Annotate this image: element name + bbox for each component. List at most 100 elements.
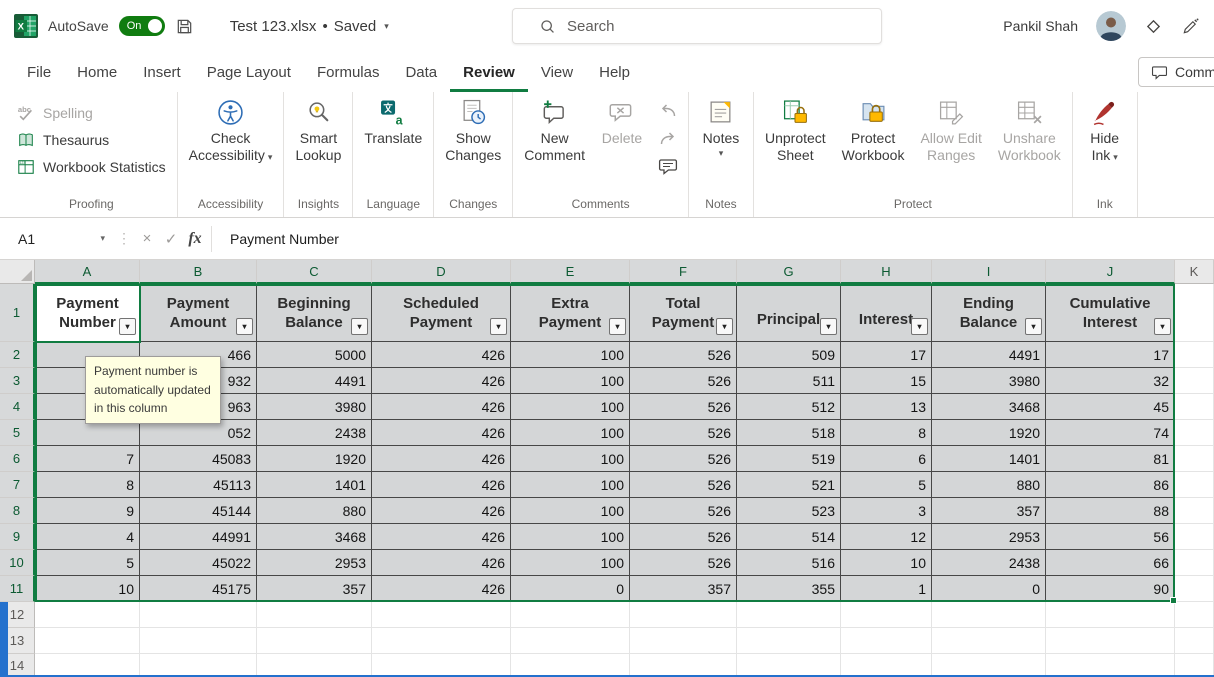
cell-F11[interactable]: 357	[630, 576, 737, 602]
cell-G7[interactable]: 521	[737, 472, 841, 498]
filter-button[interactable]: ▾	[236, 318, 253, 335]
cell-G5[interactable]: 518	[737, 420, 841, 446]
row-header-7[interactable]: 7	[0, 472, 35, 498]
cell-D9[interactable]: 426	[372, 524, 511, 550]
cell-H12[interactable]	[841, 602, 932, 628]
column-header-K[interactable]: K	[1175, 260, 1214, 284]
cell-E11[interactable]: 0	[511, 576, 630, 602]
unprotect-sheet-button[interactable]: UnprotectSheet	[757, 92, 834, 164]
cell-K13[interactable]	[1175, 628, 1214, 654]
tab-formulas[interactable]: Formulas	[304, 52, 393, 92]
cell-G9[interactable]: 514	[737, 524, 841, 550]
cell-K12[interactable]	[1175, 602, 1214, 628]
cell-C4[interactable]: 3980	[257, 394, 372, 420]
allow-edit-ranges-button[interactable]: Allow EditRanges	[912, 92, 989, 164]
name-box[interactable]: A1 ▾	[8, 225, 113, 252]
cell-F3[interactable]: 526	[630, 368, 737, 394]
cell-E4[interactable]: 100	[511, 394, 630, 420]
filter-button[interactable]: ▾	[351, 318, 368, 335]
cancel-icon[interactable]: ×	[135, 230, 159, 247]
new-comment-button[interactable]: NewComment	[516, 92, 593, 164]
header-cell-E1[interactable]: ExtraPayment▾	[511, 284, 630, 342]
formula-input[interactable]: Payment Number	[216, 218, 1214, 259]
translate-button[interactable]: aTranslate	[356, 92, 430, 147]
row-header-2[interactable]: 2	[0, 342, 35, 368]
cell-C13[interactable]	[257, 628, 372, 654]
tab-home[interactable]: Home	[64, 52, 130, 92]
protect-workbook-button[interactable]: ProtectWorkbook	[834, 92, 913, 164]
thesaurus-button[interactable]: Thesaurus	[9, 128, 174, 152]
cell-H6[interactable]: 6	[841, 446, 932, 472]
comments-button[interactable]: Comma	[1138, 57, 1214, 87]
filter-button[interactable]: ▾	[820, 318, 837, 335]
cell-G8[interactable]: 523	[737, 498, 841, 524]
cell-C5[interactable]: 2438	[257, 420, 372, 446]
cell-C10[interactable]: 2953	[257, 550, 372, 576]
cell-J7[interactable]: 86	[1046, 472, 1175, 498]
column-header-D[interactable]: D	[372, 260, 511, 284]
cell-E10[interactable]: 100	[511, 550, 630, 576]
header-cell-D1[interactable]: ScheduledPayment▾	[372, 284, 511, 342]
cell-I4[interactable]: 3468	[932, 394, 1046, 420]
cell-J11[interactable]: 90	[1046, 576, 1175, 602]
row-header-1[interactable]: 1	[0, 284, 35, 342]
row-header-9[interactable]: 9	[0, 524, 35, 550]
cell-B9[interactable]: 44991	[140, 524, 257, 550]
cell-I14[interactable]	[932, 654, 1046, 677]
cell-K4[interactable]	[1175, 394, 1214, 420]
unshare-workbook-button[interactable]: UnshareWorkbook	[990, 92, 1069, 164]
cell-F2[interactable]: 526	[630, 342, 737, 368]
cell-D3[interactable]: 426	[372, 368, 511, 394]
header-cell-J1[interactable]: CumulativeInterest▾	[1046, 284, 1175, 342]
cell-K10[interactable]	[1175, 550, 1214, 576]
row-header-10[interactable]: 10	[0, 550, 35, 576]
cell-H7[interactable]: 5	[841, 472, 932, 498]
workbook-statistics-button[interactable]: 123Workbook Statistics	[9, 155, 174, 179]
cell-G13[interactable]	[737, 628, 841, 654]
cell-I10[interactable]: 2438	[932, 550, 1046, 576]
cell-B5[interactable]: 052	[140, 420, 257, 446]
cell-A10[interactable]: 5	[35, 550, 140, 576]
cell-A12[interactable]	[35, 602, 140, 628]
cell-H2[interactable]: 17	[841, 342, 932, 368]
row-header-5[interactable]: 5	[0, 420, 35, 446]
row-header-6[interactable]: 6	[0, 446, 35, 472]
column-header-H[interactable]: H	[841, 260, 932, 284]
cell-F7[interactable]: 526	[630, 472, 737, 498]
cell-H3[interactable]: 15	[841, 368, 932, 394]
cell-E12[interactable]	[511, 602, 630, 628]
cell-C2[interactable]: 5000	[257, 342, 372, 368]
column-header-B[interactable]: B	[140, 260, 257, 284]
header-cell-F1[interactable]: TotalPayment▾	[630, 284, 737, 342]
tab-view[interactable]: View	[528, 52, 586, 92]
cell-D10[interactable]: 426	[372, 550, 511, 576]
cell-J5[interactable]: 74	[1046, 420, 1175, 446]
enter-icon[interactable]: ✓	[159, 230, 183, 248]
cell-K9[interactable]	[1175, 524, 1214, 550]
cell-G12[interactable]	[737, 602, 841, 628]
cell-I11[interactable]: 0	[932, 576, 1046, 602]
cell-I13[interactable]	[932, 628, 1046, 654]
column-header-G[interactable]: G	[737, 260, 841, 284]
cell-B8[interactable]: 45144	[140, 498, 257, 524]
cell-J12[interactable]	[1046, 602, 1175, 628]
row-header-8[interactable]: 8	[0, 498, 35, 524]
cell-J2[interactable]: 17	[1046, 342, 1175, 368]
cell-H5[interactable]: 8	[841, 420, 932, 446]
cell-K3[interactable]	[1175, 368, 1214, 394]
cell-C12[interactable]	[257, 602, 372, 628]
cell-D7[interactable]: 426	[372, 472, 511, 498]
cell-I2[interactable]: 4491	[932, 342, 1046, 368]
document-title[interactable]: Test 123.xlsx • Saved ▾	[230, 18, 389, 35]
column-header-A[interactable]: A	[35, 260, 140, 284]
cell-G4[interactable]: 512	[737, 394, 841, 420]
cell-I7[interactable]: 880	[932, 472, 1046, 498]
cell-B11[interactable]: 45175	[140, 576, 257, 602]
cell-H14[interactable]	[841, 654, 932, 677]
cell-E6[interactable]: 100	[511, 446, 630, 472]
hide-ink-button[interactable]: HideInk▾	[1076, 92, 1134, 166]
cell-A7[interactable]: 8	[35, 472, 140, 498]
excel-app-icon[interactable]: X	[14, 14, 38, 38]
cell-I5[interactable]: 1920	[932, 420, 1046, 446]
cell-J10[interactable]: 66	[1046, 550, 1175, 576]
